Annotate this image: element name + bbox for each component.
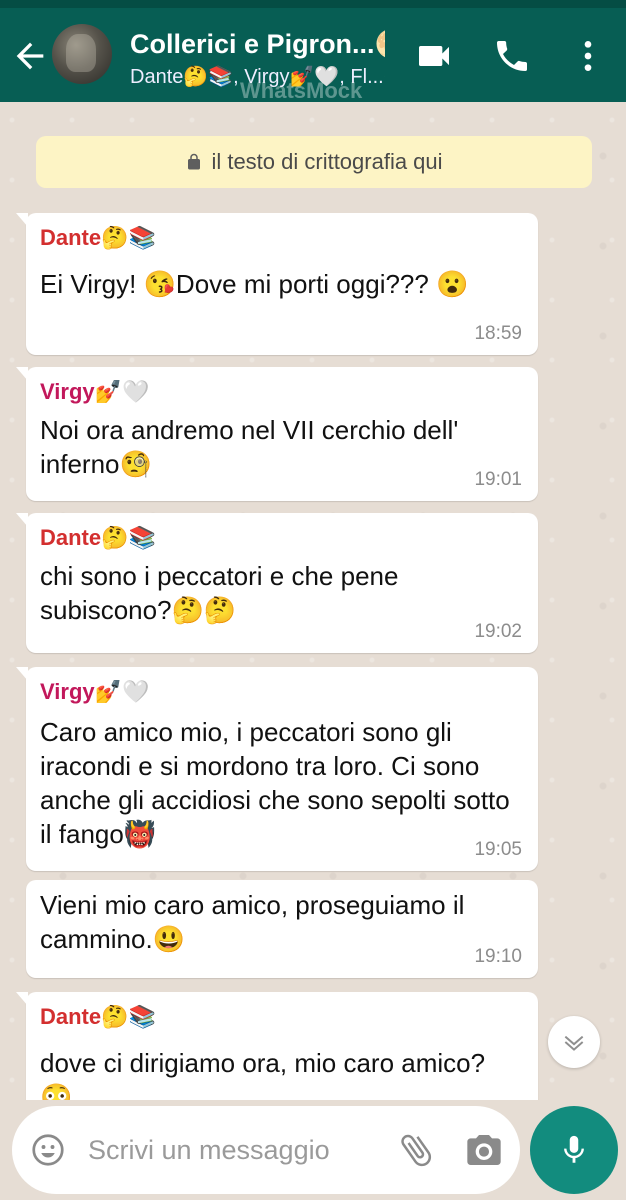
message-time: 19:02 — [474, 621, 522, 642]
video-call-icon[interactable] — [414, 36, 454, 76]
message-time: 19:01 — [474, 469, 522, 490]
microphone-icon — [564, 1135, 584, 1163]
message-bubble[interactable]: Virgy💅🤍 Noi ora andremo nel VII cerchio … — [16, 367, 538, 501]
message-text: Vieni mio caro amico, proseguiamo il cam… — [40, 890, 465, 954]
scroll-down-button[interactable] — [548, 1016, 600, 1068]
message-sender: Dante🤔📚 — [40, 1004, 156, 1029]
attach-icon[interactable] — [396, 1130, 436, 1170]
message-text: Noi ora andremo nel VII cerchio dell' in… — [40, 415, 459, 479]
message-sender: Virgy💅🤍 — [40, 679, 150, 704]
message-time: 19:05 — [474, 839, 522, 860]
bubble-tail — [16, 992, 28, 1006]
camera-icon[interactable] — [464, 1130, 504, 1170]
emoji-icon[interactable] — [30, 1132, 66, 1168]
lock-icon — [188, 153, 201, 170]
more-vert-icon[interactable] — [568, 36, 608, 76]
message-text: Caro amico mio, i peccatori sono gli ira… — [40, 717, 510, 849]
message-composer — [12, 1106, 520, 1194]
message-bubble[interactable]: Dante🤔📚 Ei Virgy! 😘Dove mi porti oggi???… — [16, 213, 538, 355]
message-sender: Virgy💅🤍 — [40, 379, 150, 404]
status-bar — [0, 0, 626, 8]
message-bubble[interactable]: Dante🤔📚 dove ci dirigiamo ora, mio caro … — [16, 992, 538, 1100]
bubble-tail — [16, 367, 28, 381]
message-text: chi sono i peccatori e che pene subiscon… — [40, 561, 399, 625]
chat-header: Collerici e Pigron...🌖 Dante🤔📚, Virgy💅🤍,… — [0, 8, 626, 103]
bubble-tail — [16, 213, 28, 227]
message-time: 18:59 — [474, 323, 522, 344]
message-text: Ei Virgy! 😘Dove mi porti oggi??? 😮 — [40, 269, 469, 299]
message-text: dove ci dirigiamo ora, mio caro amico? 😳 — [40, 1048, 486, 1100]
chat-title[interactable]: Collerici e Pigron...🌖 — [130, 28, 385, 60]
message-input[interactable] — [88, 1128, 378, 1172]
arrow-left-icon[interactable] — [10, 36, 50, 76]
encryption-text: il testo di crittografia qui — [211, 149, 443, 174]
bubble-tail — [16, 667, 28, 681]
encryption-notice[interactable]: il testo di crittografia qui — [36, 136, 592, 188]
phone-icon[interactable] — [492, 36, 532, 76]
message-bubble[interactable]: Dante🤔📚 chi sono i peccatori e che pene … — [16, 513, 538, 653]
bubble-tail — [16, 513, 28, 527]
chat-area[interactable]: il testo di crittografia qui Dante🤔📚 Ei … — [0, 102, 626, 1100]
voice-message-button[interactable] — [530, 1106, 618, 1194]
message-sender: Dante🤔📚 — [40, 525, 156, 550]
message-time: 19:10 — [474, 946, 522, 967]
group-avatar[interactable] — [52, 24, 112, 84]
chevron-down-icon — [564, 1035, 584, 1051]
message-sender: Dante🤔📚 — [40, 225, 156, 250]
message-bubble[interactable]: Virgy💅🤍 Caro amico mio, i peccatori sono… — [16, 667, 538, 871]
message-bubble[interactable]: Vieni mio caro amico, proseguiamo il cam… — [26, 880, 538, 978]
watermark: WhatsMock — [240, 78, 363, 103]
